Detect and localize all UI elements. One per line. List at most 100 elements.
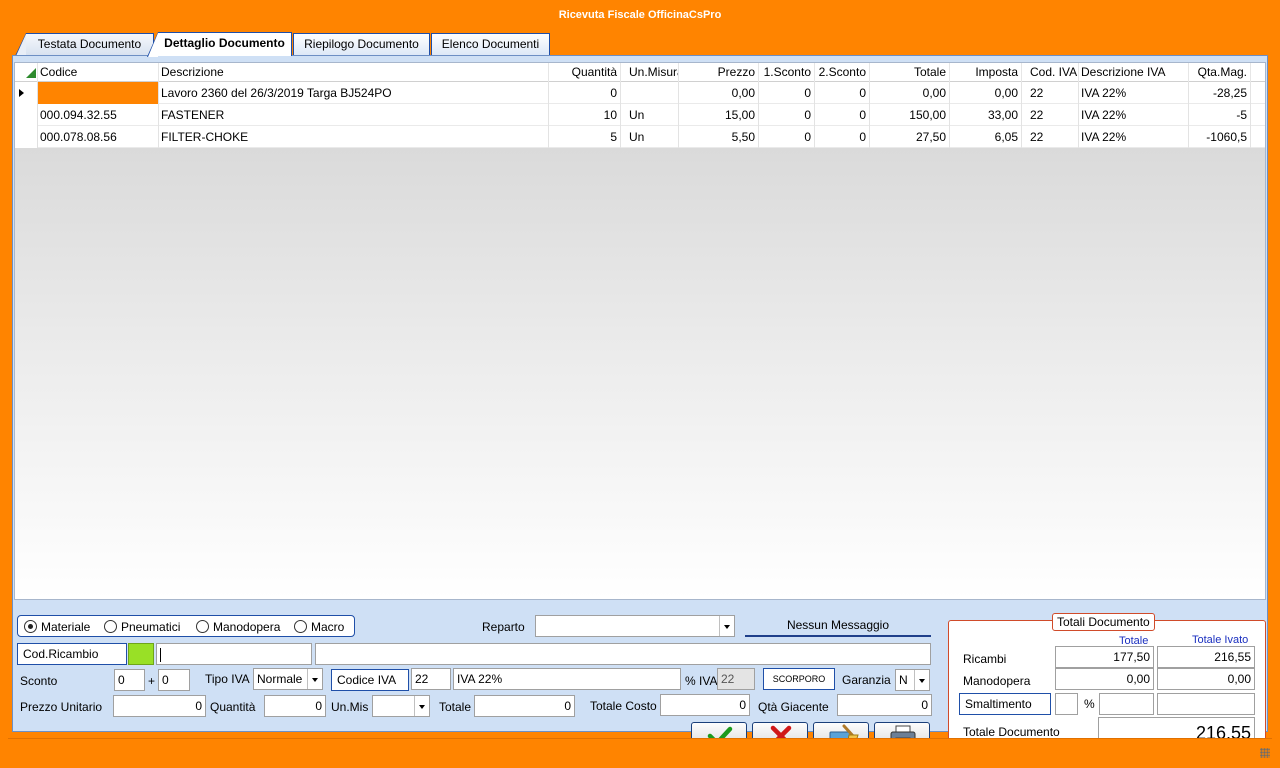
tab-dettaglio-documento[interactable]: Dettaglio Documento (147, 32, 292, 57)
radio-unchecked-icon (196, 620, 209, 633)
detail-grid[interactable]: Codice Descrizione Quantità Un.Misura Pr… (14, 62, 1266, 600)
radio-macro[interactable]: Macro (294, 619, 344, 635)
cod-ricambio-input[interactable] (156, 643, 312, 665)
chevron-down-icon[interactable] (307, 669, 322, 689)
unmis-select[interactable] (372, 695, 430, 717)
plus-label: + (148, 674, 156, 688)
sconto2-input[interactable]: 0 (158, 669, 190, 691)
cell-unmisura[interactable]: Un (621, 104, 679, 126)
cell-desciva[interactable]: IVA 22% (1079, 126, 1189, 148)
cell-imposta[interactable]: 0,00 (950, 82, 1022, 104)
table-row[interactable]: 000.094.32.55 FASTENER 10 Un 15,00 0 0 1… (15, 104, 1265, 126)
cell-descrizione[interactable]: Lavoro 2360 del 26/3/2019 Targa BJ524PO (159, 82, 549, 104)
row-header[interactable] (15, 82, 38, 104)
color-swatch[interactable] (128, 643, 154, 665)
cell-sconto2[interactable]: 0 (815, 82, 870, 104)
col-header-unmisura[interactable]: Un.Misura (621, 63, 679, 82)
cell-prezzo[interactable]: 0,00 (679, 82, 759, 104)
cell-imposta[interactable]: 6,05 (950, 126, 1022, 148)
quantita-input[interactable]: 0 (264, 695, 326, 717)
chevron-down-icon[interactable] (719, 616, 734, 636)
radio-macro-label: Macro (311, 620, 345, 634)
col-header-quantita[interactable]: Quantità (549, 63, 621, 82)
cell-descrizione[interactable]: FASTENER (159, 104, 549, 126)
cell-imposta[interactable]: 33,00 (950, 104, 1022, 126)
garanzia-value: N (899, 673, 908, 687)
scorporo-button[interactable]: SCORPORO (763, 668, 835, 690)
sconto1-input[interactable]: 0 (114, 669, 145, 691)
smaltimento-button[interactable]: Smaltimento (959, 693, 1051, 715)
col-header-qtamag[interactable]: Qta.Mag. (1189, 63, 1251, 82)
col-header-imposta[interactable]: Imposta (950, 63, 1022, 82)
cell-sconto1[interactable]: 0 (759, 126, 815, 148)
smaltimento-totale-ivato (1157, 693, 1255, 715)
cell-totale[interactable]: 0,00 (870, 82, 950, 104)
tipo-iva-select[interactable]: Normale (253, 668, 323, 690)
tab-testata-documento[interactable]: Testata Documento (15, 33, 154, 56)
prezzo-unitario-label: Prezzo Unitario (20, 700, 103, 714)
cell-qtamag[interactable]: -5 (1189, 104, 1251, 126)
resize-grip-icon[interactable] (1260, 748, 1270, 758)
radio-materiale[interactable]: Materiale (24, 619, 90, 635)
col-header-totale[interactable]: Totale (870, 63, 950, 82)
cell-sconto1[interactable]: 0 (759, 104, 815, 126)
col-header-codice[interactable]: Codice (38, 63, 159, 82)
cell-unmisura[interactable] (621, 82, 679, 104)
cell-totale[interactable]: 27,50 (870, 126, 950, 148)
codice-iva-input[interactable]: 22 (411, 668, 451, 690)
descrizione-ricambio-input[interactable] (315, 643, 931, 665)
cell-totale[interactable]: 150,00 (870, 104, 950, 126)
tab-elenco-documenti[interactable]: Elenco Documenti (431, 33, 550, 55)
cell-qtamag[interactable]: -28,25 (1189, 82, 1251, 104)
totale-input[interactable]: 0 (474, 695, 575, 717)
col-header-descrizione[interactable]: Descrizione (159, 63, 549, 82)
reparto-select[interactable] (535, 615, 735, 637)
cell-quantita[interactable]: 10 (549, 104, 621, 126)
cell-sconto2[interactable]: 0 (815, 104, 870, 126)
cell-codiva[interactable]: 22 (1022, 104, 1079, 126)
garanzia-select[interactable]: N (895, 669, 930, 691)
row-header[interactable] (15, 126, 38, 148)
chevron-down-icon[interactable] (414, 696, 429, 716)
perc-iva-input: 22 (717, 668, 755, 690)
totale-label: Totale (439, 700, 472, 714)
radio-pneumatici[interactable]: Pneumatici (104, 619, 180, 635)
cell-quantita[interactable]: 0 (549, 82, 621, 104)
cell-codiva[interactable]: 22 (1022, 126, 1079, 148)
smaltimento-perc-input[interactable] (1055, 693, 1078, 715)
cell-codice[interactable]: 000.078.08.56 (38, 126, 159, 148)
col-header-prezzo[interactable]: Prezzo (679, 63, 759, 82)
cell-sconto2[interactable]: 0 (815, 126, 870, 148)
cell-codiva[interactable]: 22 (1022, 82, 1079, 104)
cell-desciva[interactable]: IVA 22% (1079, 104, 1189, 126)
tab-riepilogo-documento[interactable]: Riepilogo Documento (293, 33, 430, 55)
cell-qtamag[interactable]: -1060,5 (1189, 126, 1251, 148)
row-header[interactable] (15, 104, 38, 126)
table-row[interactable]: Lavoro 2360 del 26/3/2019 Targa BJ524PO … (15, 82, 1265, 104)
col-header-sconto2[interactable]: 2.Sconto (815, 63, 870, 82)
totale-costo-input[interactable]: 0 (660, 694, 750, 716)
cell-descrizione[interactable]: FILTER-CHOKE (159, 126, 549, 148)
col-header-desciva[interactable]: Descrizione IVA (1079, 63, 1189, 82)
cell-prezzo[interactable]: 15,00 (679, 104, 759, 126)
col-header-sconto1[interactable]: 1.Sconto (759, 63, 815, 82)
radio-manodopera[interactable]: Manodopera (196, 619, 280, 635)
tipo-iva-value: Normale (257, 672, 303, 686)
desc-iva-input[interactable]: IVA 22% (453, 668, 681, 690)
table-row[interactable]: 000.078.08.56 FILTER-CHOKE 5 Un 5,50 0 0… (15, 126, 1265, 148)
cell-codice[interactable] (38, 82, 159, 104)
cell-codice[interactable]: 000.094.32.55 (38, 104, 159, 126)
col-header-codiva[interactable]: Cod. IVA (1022, 63, 1079, 82)
chevron-down-icon[interactable] (914, 670, 929, 690)
cell-desciva[interactable]: IVA 22% (1079, 82, 1189, 104)
cell-prezzo[interactable]: 5,50 (679, 126, 759, 148)
codice-iva-button[interactable]: Codice IVA (331, 669, 409, 691)
qta-giacente-input[interactable]: 0 (837, 694, 932, 716)
cell-unmisura[interactable]: Un (621, 126, 679, 148)
cell-quantita[interactable]: 5 (549, 126, 621, 148)
garanzia-label: Garanzia (842, 673, 891, 687)
grid-corner[interactable] (15, 63, 38, 82)
prezzo-unitario-input[interactable]: 0 (113, 695, 206, 717)
tipo-iva-label: Tipo IVA (205, 672, 250, 686)
cell-sconto1[interactable]: 0 (759, 82, 815, 104)
